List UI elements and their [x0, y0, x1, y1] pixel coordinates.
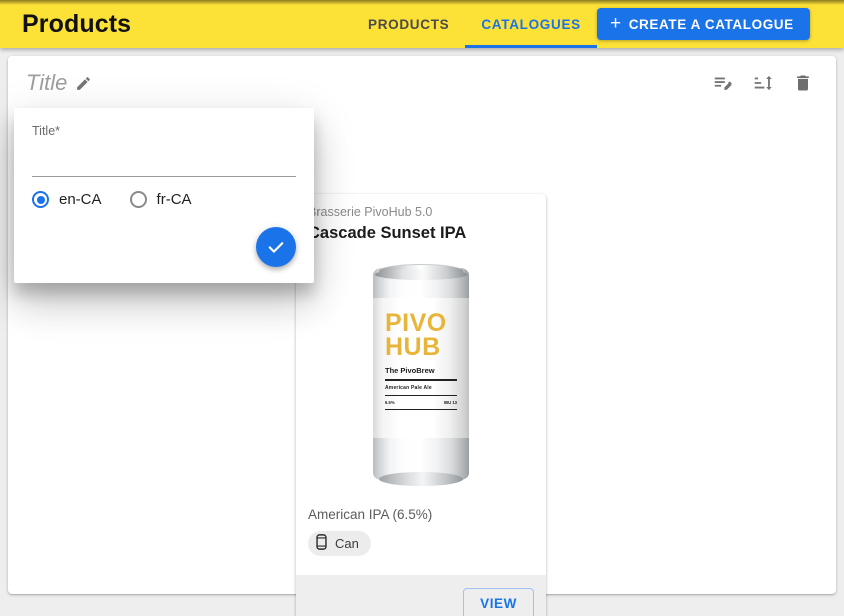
tab-products[interactable]: PRODUCTS: [352, 0, 465, 48]
edit-title-dialog: Title* en-CA fr-CA: [14, 108, 314, 283]
locale-label-en-ca: en-CA: [59, 191, 102, 208]
can-label-rule-1: [385, 379, 457, 382]
trash-icon[interactable]: [790, 70, 816, 96]
can-label-brew: The PivoBrew: [385, 366, 435, 376]
locale-option-en-ca[interactable]: en-CA: [32, 191, 102, 208]
view-button[interactable]: VIEW: [463, 587, 534, 616]
product-brand: Brasserie PivoHub 5.0: [308, 205, 433, 219]
tab-bar: PRODUCTS CATALOGUES: [352, 0, 597, 48]
can-label-abv-row: 6.5% IBU 13: [385, 400, 457, 405]
catalogue-title: Title: [26, 70, 68, 95]
plus-icon: +: [610, 13, 622, 34]
create-catalogue-button[interactable]: + CREATE A CATALOGUE: [597, 8, 810, 40]
title-field-label: Title*: [32, 124, 61, 138]
locale-option-fr-ca[interactable]: fr-CA: [129, 191, 192, 208]
product-card-footer: VIEW: [296, 575, 546, 616]
radio-selected-icon: [32, 191, 49, 208]
can-label-line1: PIVO: [385, 309, 447, 338]
confirm-title-button[interactable]: [256, 227, 296, 267]
locale-radio-group: en-CA fr-CA: [32, 191, 296, 208]
container-chip[interactable]: Can: [308, 531, 371, 557]
can-label-ibu: IBU 13: [443, 400, 457, 406]
can-label-rule-3: [385, 409, 457, 411]
top-toolbar: Products PRODUCTS CATALOGUES + CREATE A …: [0, 0, 844, 48]
tab-catalogues[interactable]: CATALOGUES: [465, 0, 597, 48]
product-name: Cascade Sunset IPA: [308, 223, 467, 242]
locale-label-fr-ca: fr-CA: [156, 191, 192, 208]
product-card[interactable]: Brasserie PivoHub 5.0 Cascade Sunset IPA…: [296, 194, 546, 616]
can-label-style: American Pale Ale: [385, 385, 432, 392]
check-icon: [268, 242, 284, 253]
sort-icon[interactable]: [750, 70, 776, 96]
product-meta: American IPA (6.5%) Can: [296, 501, 546, 566]
can-lip: [375, 269, 467, 281]
create-catalogue-label: CREATE A CATALOGUE: [628, 16, 794, 32]
catalogue-header: Title: [8, 56, 836, 110]
title-input[interactable]: [32, 147, 296, 177]
product-card-header: Brasserie PivoHub 5.0 Cascade Sunset IPA: [296, 194, 546, 246]
can-label-line2: HUB: [385, 332, 441, 361]
can-label-abv: 6.5%: [385, 400, 395, 406]
can-label: PIVO HUB The PivoBrew American Pale Ale …: [373, 298, 469, 439]
can-icon: [316, 534, 327, 553]
container-chip-label: Can: [335, 536, 359, 552]
radio-unselected-icon: [129, 191, 147, 208]
playlist-edit-icon[interactable]: [710, 70, 736, 96]
page-title: Products: [22, 9, 132, 38]
beer-can-illustration: PIVO HUB The PivoBrew American Pale Ale …: [373, 260, 469, 487]
product-image: PIVO HUB The PivoBrew American Pale Ale …: [296, 246, 546, 502]
pencil-icon[interactable]: [75, 75, 92, 92]
can-bottom: [379, 472, 463, 487]
can-label-rule-2: [385, 395, 457, 397]
catalogue-toolbar-actions: [710, 70, 822, 96]
app-root: Products PRODUCTS CATALOGUES + CREATE A …: [0, 0, 844, 616]
product-style: American IPA (6.5%): [308, 507, 433, 523]
